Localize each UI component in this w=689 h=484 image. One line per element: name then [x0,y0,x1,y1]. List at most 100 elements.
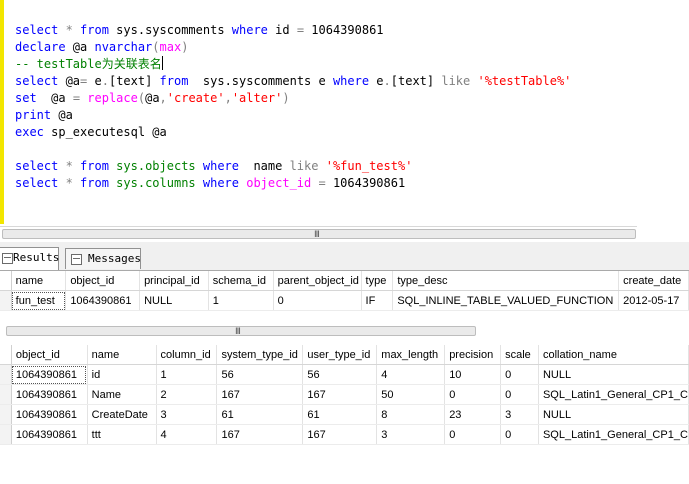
table-cell[interactable]: 167 [302,384,378,405]
code-line[interactable]: select * from sys.objects where name lik… [15,158,571,175]
column-header[interactable]: type_desc [392,271,620,291]
table-cell[interactable]: 3 [156,404,218,425]
column-header[interactable]: system_type_id [216,345,304,365]
table-row[interactable]: 1064390861 CreateDate 3 61 61 8 23 3 NULL [0,404,689,425]
code-line[interactable]: select * from sys.columns where object_i… [15,175,571,192]
table-cell[interactable]: 1 [156,364,218,385]
tab-results[interactable]: Results [0,247,59,270]
results-grid-objects[interactable]: name object_id principal_id schema_id parent… [0,271,689,311]
column-header[interactable]: object_id [65,271,141,291]
query-editor[interactable]: select * from sys.syscomments where id =… [0,0,689,224]
table-cell[interactable]: 167 [302,424,378,445]
column-header[interactable]: collation_name [538,345,689,365]
table-cell[interactable]: 56 [302,364,378,385]
table-cell[interactable]: 0 [444,384,502,405]
table-cell[interactable]: 167 [216,384,304,405]
row-selector[interactable] [0,290,12,311]
code-token: @a [65,40,95,54]
column-header[interactable]: principal_id [139,271,209,291]
table-cell[interactable]: SQL_INLINE_TABLE_VALUED_FUNCTION [392,290,620,311]
table-cell[interactable]: NULL [139,290,209,311]
sql-code[interactable]: select * from sys.syscomments where id =… [15,22,571,192]
table-cell[interactable]: 4 [376,364,446,385]
editor-scroll-thumb[interactable]: III [2,229,636,240]
table-cell[interactable]: 3 [376,424,446,445]
table-cell[interactable]: 1 [208,290,274,311]
table-cell[interactable]: 2 [156,384,218,405]
table-cell[interactable]: 61 [302,404,378,425]
column-header[interactable]: type [361,271,394,291]
column-header[interactable]: column_id [156,345,218,365]
table-cell[interactable]: NULL [538,404,689,425]
grid-horizontal-scrollbar[interactable]: III [4,324,477,338]
table-cell[interactable]: 3 [500,404,539,425]
table-row[interactable]: 1064390861 Name 2 167 167 50 0 0 SQL_Latin1_Gene… [0,384,689,405]
column-header[interactable]: user_type_id [302,345,378,365]
table-cell[interactable]: 8 [376,404,446,425]
table-cell[interactable]: 1064390861 [11,404,88,425]
table-cell[interactable]: 61 [216,404,304,425]
row-header-corner[interactable] [0,345,12,365]
editor-horizontal-scrollbar[interactable]: III [0,226,637,241]
table-cell[interactable]: 0 [273,290,362,311]
table-cell[interactable]: 0 [444,424,502,445]
table-cell[interactable]: 1064390861 [65,290,141,311]
row-selector[interactable] [0,364,12,385]
table-row[interactable]: fun_test 1064390861 NULL 1 0 IF SQL_INLINE_TAB… [0,290,689,311]
row-selector[interactable] [0,424,12,445]
table-cell[interactable]: 0 [500,364,539,385]
table-cell[interactable]: Name [87,384,157,405]
table-cell[interactable]: CreateDate [87,404,157,425]
column-header[interactable]: name [87,345,157,365]
table-cell[interactable]: 56 [216,364,304,385]
table-cell[interactable]: 0 [500,424,539,445]
code-line[interactable] [15,141,571,158]
code-line[interactable]: exec sp_executesql @a [15,124,571,141]
code-line[interactable]: select * from sys.syscomments where id =… [15,22,571,39]
column-header[interactable]: object_id [11,345,88,365]
table-cell[interactable]: ttt [87,424,157,445]
table-cell[interactable]: NULL [538,364,689,385]
grid-scroll-thumb[interactable]: III [6,326,476,337]
table-row[interactable]: 1064390861 ttt 4 167 167 3 0 0 SQL_Latin1_Genera… [0,424,689,445]
table-cell[interactable]: id [87,364,157,385]
table-cell[interactable]: 10 [444,364,502,385]
code-line[interactable]: print @a [15,107,571,124]
table-cell[interactable]: SQL_Latin1_General_CP1_C [538,384,689,405]
column-header[interactable]: create_date [618,271,689,291]
code-line[interactable]: declare @a nvarchar(max) [15,39,571,56]
table-cell[interactable]: IF [361,290,394,311]
code-token: name [239,159,290,173]
table-cell[interactable]: 1064390861 [11,424,88,445]
code-token: select [15,23,59,37]
table-cell[interactable]: 4 [156,424,218,445]
table-cell[interactable]: fun_test [11,290,67,311]
table-cell[interactable]: 167 [216,424,304,445]
column-header[interactable]: name [11,271,67,291]
table-cell[interactable]: 0 [500,384,539,405]
results-grid-columns[interactable]: object_id name column_id system_type_id user… [0,345,689,445]
table-cell[interactable]: 1064390861 [11,364,88,385]
code-token: [text] [390,74,442,88]
row-selector[interactable] [0,404,12,425]
column-header[interactable]: precision [444,345,502,365]
code-token: , [159,91,167,105]
table-cell[interactable]: 1064390861 [11,384,88,405]
tab-messages[interactable]: Messages [65,248,141,269]
column-header[interactable]: schema_id [208,271,274,291]
code-line[interactable]: select @a= e.[text] from sys.syscomments… [15,73,571,90]
table-cell[interactable]: 2012-05-17 [618,290,689,311]
table-cell[interactable]: 23 [444,404,502,425]
column-header[interactable]: parent_object_id [273,271,362,291]
table-cell[interactable]: 50 [376,384,446,405]
column-header[interactable]: max_length [376,345,446,365]
code-token: 'alter' [231,91,283,105]
column-header[interactable]: scale [500,345,539,365]
row-selector[interactable] [0,384,12,405]
table-row[interactable]: 1064390861 id 1 56 56 4 10 0 NULL [0,364,689,385]
table-cell[interactable]: SQL_Latin1_General_CP1_C [538,424,689,445]
code-token: from [159,74,189,88]
code-line[interactable]: set @a = replace(@a,'create','alter') [15,90,571,107]
row-header-corner[interactable] [0,271,12,291]
code-line[interactable]: -- testTable为关联表名 [15,56,571,73]
